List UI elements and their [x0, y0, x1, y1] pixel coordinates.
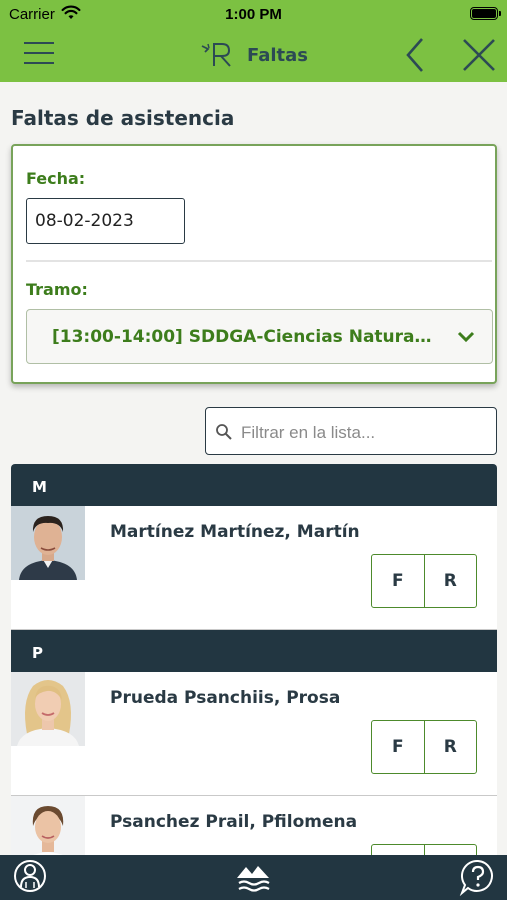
student-row: Prueda Psanchiis, Prosa F R	[11, 672, 497, 796]
falta-button[interactable]: F	[372, 555, 424, 607]
letter-header: M	[11, 464, 497, 506]
home-icon[interactable]	[234, 861, 272, 893]
fecha-label: Fecha:	[26, 169, 86, 188]
bottom-tab-bar	[0, 855, 507, 900]
page-title: Faltas de asistencia	[11, 106, 235, 130]
status-bar: Carrier 1:00 PM	[0, 0, 507, 30]
student-row: Martínez Martínez, Martín F R	[11, 506, 497, 630]
nav-bar: Faltas	[0, 30, 507, 82]
status-time: 1:00 PM	[225, 6, 282, 23]
retraso-button[interactable]: R	[423, 721, 477, 773]
search-input[interactable]: Filtrar en la lista...	[205, 407, 497, 455]
student-name: Prueda Psanchiis, Prosa	[110, 688, 341, 708]
student-name: Psanchez Prail, Pfilomena	[110, 812, 358, 832]
student-list: M Martínez Martínez, Martín F R P Prueda…	[11, 464, 497, 855]
tramo-select[interactable]: [13:00-14:00] SDDGA-Ciencias Naturales	[26, 309, 493, 364]
chevron-down-icon	[457, 331, 475, 343]
search-placeholder: Filtrar en la lista...	[241, 423, 376, 442]
falta-button[interactable]: F	[372, 721, 424, 773]
attendance-button-group: F R	[371, 844, 477, 855]
battery-icon	[470, 7, 501, 20]
attendance-button-group: F R	[371, 720, 477, 774]
falta-button[interactable]: F	[372, 845, 424, 855]
filter-card: Fecha: 08-02-2023 Tramo: [13:00-14:00] S…	[11, 144, 497, 384]
student-photo	[11, 796, 85, 855]
letter-header: P	[11, 630, 497, 672]
student-name: Martínez Martínez, Martín	[110, 522, 360, 542]
fecha-date-field[interactable]: 08-02-2023	[26, 198, 185, 244]
retraso-button[interactable]: R	[423, 555, 477, 607]
user-profile-icon[interactable]	[12, 858, 48, 894]
card-divider	[26, 260, 492, 262]
hamburger-menu-icon[interactable]	[24, 40, 56, 68]
attendance-button-group: F R	[371, 554, 477, 608]
student-photo	[11, 672, 85, 746]
tramo-label: Tramo:	[26, 280, 88, 299]
app-logo-icon	[201, 43, 231, 67]
help-icon[interactable]	[459, 858, 497, 896]
tramo-selected-value: [13:00-14:00] SDDGA-Ciencias Naturales	[52, 327, 436, 347]
search-icon	[216, 424, 232, 440]
student-row: Psanchez Prail, Pfilomena F R	[11, 796, 497, 855]
student-photo	[11, 506, 85, 580]
retraso-button[interactable]: R	[423, 845, 477, 855]
nav-title: Faltas	[247, 45, 309, 66]
close-icon[interactable]	[460, 36, 498, 74]
back-chevron-icon[interactable]	[402, 36, 430, 74]
